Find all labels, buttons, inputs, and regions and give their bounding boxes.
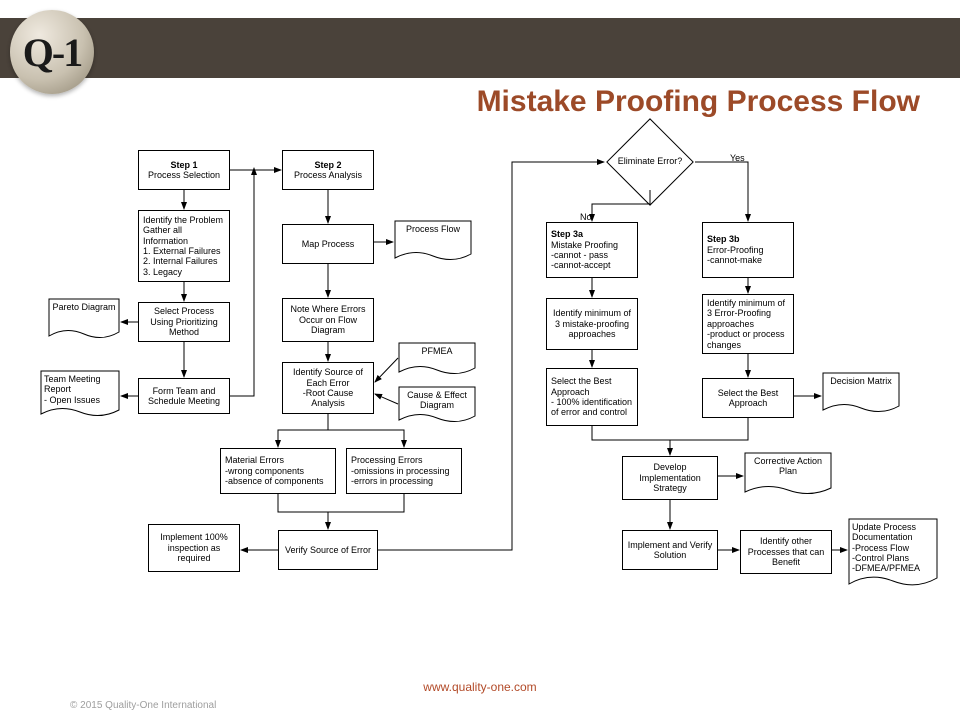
box-processing-errors: Processing Errors -omissions in processi… — [346, 448, 462, 494]
doc-pfmea: PFMEA — [398, 342, 476, 378]
page-title: Mistake Proofing Process Flow — [477, 85, 920, 119]
box-implement-verify: Implement and Verify Solution — [622, 530, 718, 570]
doc-process-flow: Process Flow — [394, 220, 472, 264]
label-no: No — [580, 212, 592, 222]
doc-update-docs: Update Process Documentation -Process Fl… — [848, 518, 938, 590]
box-verify-source: Verify Source of Error — [278, 530, 378, 570]
doc-cause-effect: Cause & Effect Diagram — [398, 386, 476, 426]
box-identify-3b: Identify minimum of 3 Error-Proofing app… — [702, 294, 794, 354]
box-identify-source: Identify Source of Each Error -Root Caus… — [282, 362, 374, 414]
logo: Q-1 — [10, 10, 94, 94]
box-step1: Step 1 Process Selection — [138, 150, 230, 190]
logo-text: Q-1 — [23, 29, 81, 76]
box-step2: Step 2 Process Analysis — [282, 150, 374, 190]
doc-pareto: Pareto Diagram — [48, 298, 120, 342]
box-note-errors: Note Where Errors Occur on Flow Diagram — [282, 298, 374, 342]
header-bar — [0, 18, 960, 78]
flowchart: Eliminate Error? No Yes Step 1 Process S… — [40, 150, 940, 670]
box-step3a: Step 3a Mistake Proofing -cannot - pass … — [546, 222, 638, 278]
doc-team-report: Team Meeting Report- Open Issues — [40, 370, 120, 420]
box-select-process: Select Process Using Prioritizing Method — [138, 302, 230, 342]
box-material-errors: Material Errors -wrong components -absen… — [220, 448, 336, 494]
box-select-best-3b: Select the Best Approach — [702, 378, 794, 418]
decision-eliminate-error: Eliminate Error? — [605, 134, 695, 190]
box-develop-strategy: Develop Implementation Strategy — [622, 456, 718, 500]
page: Q-1 Mistake Proofing Process Flow Elimin… — [0, 0, 960, 720]
footer-copyright: © 2015 Quality-One International — [70, 700, 216, 711]
footer-url: www.quality-one.com — [0, 680, 960, 694]
doc-corrective-action: Corrective Action Plan — [744, 452, 832, 498]
box-identify-other: Identify other Processes that can Benefi… — [740, 530, 832, 574]
box-map-process: Map Process — [282, 224, 374, 264]
box-step3b: Step 3b Error-Proofing -cannot-make — [702, 222, 794, 278]
box-identify-3a: Identify minimum of 3 mistake-proofing a… — [546, 298, 638, 350]
box-implement-inspection: Implement 100% inspection as required — [148, 524, 240, 572]
doc-decision-matrix: Decision Matrix — [822, 372, 900, 416]
label-yes: Yes — [730, 153, 745, 163]
box-identify-problem: Identify the Problem Gather all Informat… — [138, 210, 230, 282]
box-select-best-3a: Select the Best Approach - 100% identifi… — [546, 368, 638, 426]
box-form-team: Form Team and Schedule Meeting — [138, 378, 230, 414]
